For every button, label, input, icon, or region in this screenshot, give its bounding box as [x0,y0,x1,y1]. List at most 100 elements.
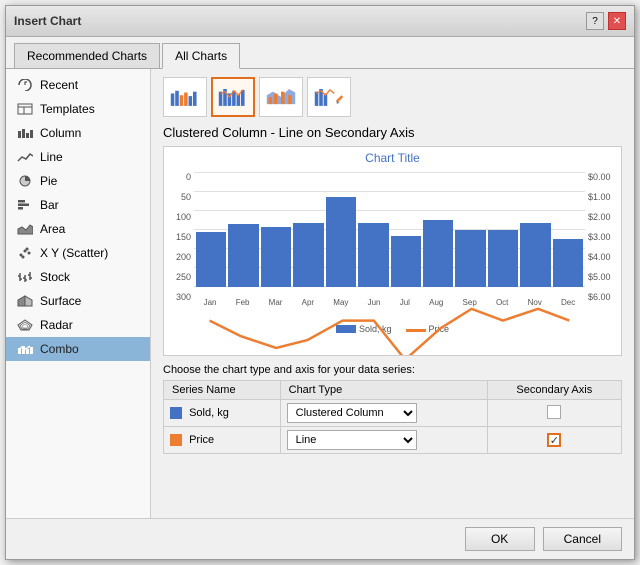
bar [196,232,226,287]
dialog-footer: OK Cancel [6,518,634,559]
legend-item-sold: Sold, kg [336,324,392,334]
combo-icon [16,342,34,356]
sidebar-item-templates[interactable]: Templates [6,97,150,121]
sidebar-item-recent[interactable]: Recent [6,73,150,97]
bars-container [194,172,585,287]
chart-inner-title: Chart Title [172,151,613,165]
sidebar-item-radar-label: Radar [40,318,73,332]
bar [293,223,323,287]
chart-type-select-price[interactable]: Clustered Column Line [287,430,417,450]
chart-type-price: Clustered Column Line [280,427,487,454]
pie-icon [16,174,34,188]
legend-label-sold: Sold, kg [359,324,392,334]
dialog-content: Recent Templates Column Li [6,69,634,518]
sidebar-item-area-label: Area [40,222,65,236]
combo-type-2[interactable] [211,77,255,117]
tabs-row: Recommended Charts All Charts [6,37,634,69]
col-chart-type: Chart Type [280,381,487,400]
checkbox-price[interactable] [547,433,561,447]
sidebar-item-bar-label: Bar [40,198,59,212]
x-labels: JanFebMarAprMayJunJulAugSepOctNovDec [194,289,585,307]
surface-icon [16,294,34,308]
secondary-axis-sold [487,400,621,427]
sidebar-item-recent-label: Recent [40,78,78,92]
sidebar: Recent Templates Column Li [6,69,151,518]
tab-all-charts[interactable]: All Charts [162,43,240,69]
sidebar-item-scatter-label: X Y (Scatter) [40,246,108,260]
legend-color-price [406,329,426,332]
bar-icon [16,198,34,212]
y-axis-left: 300 250 200 150 100 50 0 [172,172,194,302]
sidebar-item-bar[interactable]: Bar [6,193,150,217]
sidebar-item-line-label: Line [40,150,63,164]
radar-icon [16,318,34,332]
dialog-title: Insert Chart [14,14,81,28]
series-color-sold [170,407,182,419]
sidebar-item-pie[interactable]: Pie [6,169,150,193]
main-panel: Clustered Column - Line on Secondary Axi… [151,69,634,518]
bar [358,223,388,287]
data-series-section: Choose the chart type and axis for your … [163,364,622,454]
bar [326,197,356,287]
checkbox-sold[interactable] [547,405,561,419]
column-icon [16,126,34,140]
chart-type-sold: Clustered Column Line [280,400,487,427]
bar [261,227,291,287]
chart-type-select-sold[interactable]: Clustered Column Line [287,403,417,423]
sidebar-item-line[interactable]: Line [6,145,150,169]
title-bar: Insert Chart ? ✕ [6,6,634,37]
combo-type-custom[interactable] [307,77,351,117]
series-name-sold: Sold, kg [164,400,281,427]
chart-area: 300 250 200 150 100 50 0 [172,167,613,322]
recent-icon [16,78,34,92]
sidebar-item-surface[interactable]: Surface [6,289,150,313]
title-bar-buttons: ? ✕ [586,12,626,30]
sidebar-item-radar[interactable]: Radar [6,313,150,337]
col-series-name: Series Name [164,381,281,400]
sidebar-item-area[interactable]: Area [6,217,150,241]
chart-body: JanFebMarAprMayJunJulAugSepOctNovDec [194,172,585,307]
templates-icon [16,102,34,116]
help-button[interactable]: ? [586,12,604,30]
ok-button[interactable]: OK [465,527,535,551]
bar [520,223,550,287]
sidebar-item-scatter[interactable]: X Y (Scatter) [6,241,150,265]
bar [455,230,485,288]
bar [228,224,258,287]
bar [391,236,421,287]
sidebar-item-column[interactable]: Column [6,121,150,145]
table-row: Sold, kg Clustered Column Line [164,400,622,427]
sidebar-item-combo-label: Combo [40,342,79,356]
y-axis-right: $6.00 $5.00 $4.00 $3.00 $2.00 $1.00 $0.0… [585,172,613,302]
sidebar-item-surface-label: Surface [40,294,81,308]
col-secondary-axis: Secondary Axis [487,381,621,400]
table-row: Price Clustered Column Line [164,427,622,454]
stock-icon [16,270,34,284]
secondary-axis-price [487,427,621,454]
legend-label-price: Price [429,324,450,334]
chart-preview: Chart Title 300 250 200 150 100 50 0 [163,146,622,356]
bar [553,239,583,287]
sidebar-item-stock[interactable]: Stock [6,265,150,289]
sidebar-item-templates-label: Templates [40,102,95,116]
data-series-table: Series Name Chart Type Secondary Axis So… [163,380,622,454]
sidebar-item-combo[interactable]: Combo [6,337,150,361]
bar [423,220,453,287]
series-color-price [170,434,182,446]
insert-chart-dialog: Insert Chart ? ✕ Recommended Charts All … [5,5,635,560]
bar [488,230,518,288]
sidebar-item-stock-label: Stock [40,270,70,284]
series-name-price: Price [164,427,281,454]
cancel-button[interactable]: Cancel [543,527,622,551]
line-icon [16,150,34,164]
tab-recommended[interactable]: Recommended Charts [14,43,160,68]
scatter-icon [16,246,34,260]
chart-icons-row [163,77,622,117]
chart-subtitle: Clustered Column - Line on Secondary Axi… [163,125,622,140]
combo-type-3[interactable] [259,77,303,117]
chart-legend: Sold, kg Price [172,324,613,334]
combo-type-1[interactable] [163,77,207,117]
close-button[interactable]: ✕ [608,12,626,30]
legend-color-sold [336,325,356,333]
sidebar-item-column-label: Column [40,126,81,140]
